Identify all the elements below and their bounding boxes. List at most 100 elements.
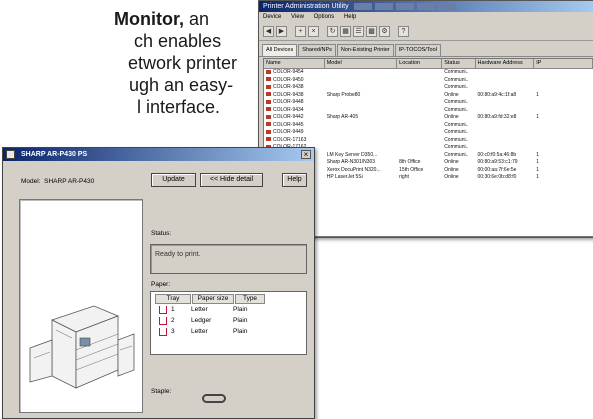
table-row[interactable]: COLOR-9454 Communi.. (264, 69, 593, 77)
printer-icon (6, 150, 15, 159)
col-ip[interactable]: IP (534, 59, 593, 68)
help-button[interactable]: Help (282, 173, 307, 187)
tab-shared-nps[interactable]: Shared/NPs (298, 44, 336, 56)
cell-location (397, 144, 442, 152)
table-row[interactable]: COLOR-17163 Communi.. (264, 137, 593, 145)
cell-tray: 2 (155, 316, 191, 326)
tab-all-devices[interactable]: All Devices (262, 44, 298, 56)
cell-name: COLOR-9438 (264, 84, 325, 92)
cell-status: Communi.. (442, 69, 475, 77)
status-window-titlebar[interactable]: SHARP AR-P430 PS × (3, 148, 314, 161)
cell-ip: 1 (534, 114, 593, 122)
table-row[interactable]: COLOR-9442 Sharp AR-405 Online 00:80:a9:fd:… (264, 114, 593, 122)
table-row[interactable]: COLOR-9438 Sharp Probe80 Online 00:80:a9:4c… (264, 92, 593, 100)
status-label: Status: (151, 230, 172, 237)
cell-status-text: Communi.. (444, 106, 469, 113)
cell-model-text: HP LaserJet 5Si (326, 174, 363, 180)
cell-hardware-address-text: 00:80:a9:fd:32:e8 (477, 114, 517, 120)
cell-status-text: Communi.. (444, 76, 469, 83)
cell-ip (534, 84, 593, 92)
printer-remove-icon[interactable]: × (308, 25, 319, 37)
back-icon[interactable]: ◀ (263, 25, 274, 37)
table-row[interactable]: COLOR-9450 Communi.. (264, 77, 593, 85)
cell-location (397, 152, 442, 160)
cell-location (397, 77, 442, 85)
admin-menu-bar: Device View Options Help (259, 12, 593, 22)
menu-device[interactable]: Device (263, 14, 281, 20)
staple-icon (202, 394, 226, 403)
cell-ip (534, 137, 593, 145)
menu-help[interactable]: Help (344, 14, 356, 20)
cell-model-text: Sharp Probe80 (326, 91, 361, 98)
update-button[interactable]: Update (151, 173, 196, 187)
cell-location-text: 8th Office (399, 159, 421, 165)
cell-location (397, 99, 442, 107)
list-view-icon[interactable]: ☰ (353, 25, 364, 37)
col-hardware-address[interactable]: Hardware Address (476, 59, 535, 68)
grid-view-icon[interactable]: ▦ (340, 25, 351, 37)
cell-status: Communi.. (442, 144, 475, 152)
printer-icon (266, 84, 271, 89)
cell-model (325, 69, 397, 77)
cell-hardware-address-text: 00:80:a9:53:c1:79 (477, 159, 518, 165)
table-row[interactable]: COLOR-9448 Communi.. (264, 99, 593, 107)
cell-hardware-address: 00:80:a9:fd:32:e8 (476, 114, 535, 122)
cell-model: HP LaserJet 5Si (325, 174, 397, 182)
cell-status-text: Communi.. (444, 144, 469, 150)
cell-status: Communi.. (442, 122, 475, 130)
cell-name: COLOR-9445 (264, 122, 325, 130)
col-paper-size[interactable]: Paper size (192, 294, 234, 304)
hide-detail-button[interactable]: << Hide detail (200, 173, 263, 187)
printer-list-header: Name Model Location Status Hardware Addr… (264, 59, 593, 69)
cell-status-text: Online (444, 159, 459, 165)
cell-model (325, 99, 397, 107)
intro-line-3: etwork printer (128, 53, 238, 73)
cell-status-text: Online (444, 174, 459, 180)
col-name[interactable]: Name (264, 59, 325, 68)
cell-name-text: COLOR-9445 (273, 121, 304, 128)
cell-model-text: LM Key Server D350... (326, 151, 378, 158)
cell-location: 15th Office (397, 167, 442, 175)
cell-model: Sharp AR-405 (325, 114, 397, 122)
col-location[interactable]: Location (397, 59, 443, 68)
cell-name: COLOR-9434 (264, 107, 325, 115)
table-row[interactable]: COLOR-9438 Communi.. (264, 84, 593, 92)
forward-icon[interactable]: ▶ (276, 25, 287, 37)
table-row[interactable]: COLOR-9445 Communi.. (264, 122, 593, 130)
cell-ip (534, 69, 593, 77)
printer-status-window: SHARP AR-P430 PS × Model: SHARP AR-P430 … (2, 147, 315, 419)
cell-ip: 1 (534, 159, 593, 167)
col-type[interactable]: Type (235, 294, 265, 304)
details-view-icon[interactable]: ▩ (366, 25, 377, 37)
tab-ip-tool[interactable]: IP-TOCOS/Tool (394, 44, 441, 56)
cell-status-text: Communi.. (444, 151, 469, 158)
menu-options[interactable]: Options (314, 14, 335, 20)
close-icon[interactable]: × (301, 150, 311, 159)
admin-window-titlebar[interactable]: Printer Administration Utility (259, 1, 593, 12)
printer-icon (266, 107, 271, 112)
col-model[interactable]: Model (325, 59, 398, 68)
cell-location: right (397, 174, 442, 182)
cell-ip-text: 1 (536, 151, 540, 158)
tab-non-existing-printer[interactable]: Non-Existing Printer (336, 44, 394, 56)
col-status[interactable]: Status (442, 59, 476, 68)
table-row[interactable]: COLOR-9434 Communi.. (264, 107, 593, 115)
col-tray[interactable]: Tray (155, 294, 191, 304)
cell-status: Communi.. (442, 84, 475, 92)
cell-hardware-address (476, 137, 535, 145)
cell-status-text: Communi.. (444, 99, 469, 105)
paper-tray-icon (159, 317, 167, 325)
intro-line-4: ugh an easy- (129, 75, 234, 95)
cell-type: Plain (233, 328, 248, 335)
cell-status-text: Communi.. (444, 121, 469, 128)
printer-add-icon[interactable]: + (295, 25, 306, 37)
properties-icon[interactable]: ⚙ (379, 25, 390, 37)
cell-name: COLOR-17163 (264, 137, 325, 145)
cell-paper-size: Letter (191, 328, 208, 335)
paper-tray-icon (159, 328, 167, 336)
help-icon[interactable]: ? (398, 25, 409, 37)
menu-view[interactable]: View (291, 14, 304, 20)
staple-label: Staple: (151, 388, 172, 395)
refresh-icon[interactable]: ↻ (327, 25, 338, 37)
table-row[interactable]: COLOR-9449 Communi.. (264, 129, 593, 137)
